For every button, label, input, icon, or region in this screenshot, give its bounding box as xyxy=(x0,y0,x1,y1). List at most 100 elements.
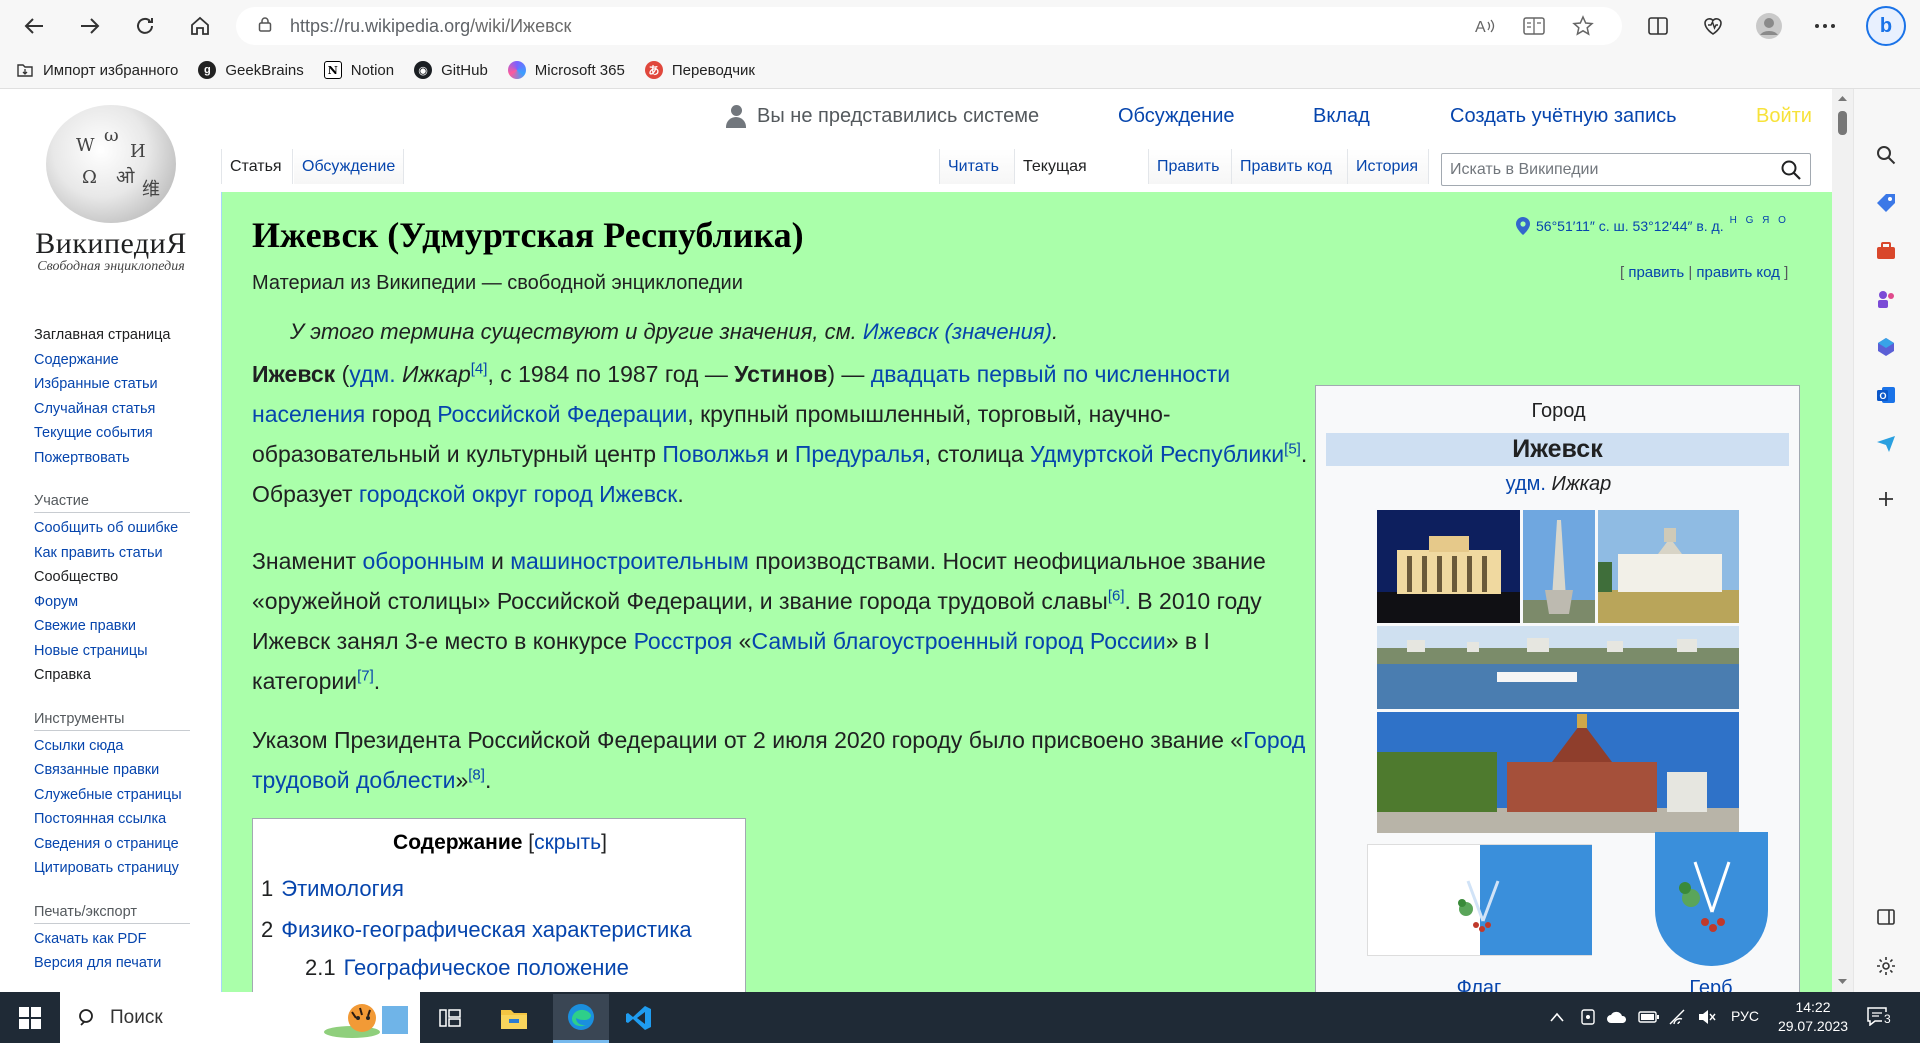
edit-link[interactable]: править xyxy=(1628,264,1684,281)
ref-4[interactable]: [4] xyxy=(471,360,488,377)
ref-5[interactable]: [5] xyxy=(1284,440,1301,457)
nav-contents[interactable]: Содержание xyxy=(34,348,194,373)
search-icon[interactable] xyxy=(1780,159,1802,181)
link-city-district[interactable]: городской округ город Ижевск xyxy=(359,481,678,507)
nav-permanent-link[interactable]: Постоянная ссылка xyxy=(34,807,194,832)
games-icon[interactable] xyxy=(1872,285,1900,313)
nav-page-info[interactable]: Сведения о странице xyxy=(34,832,194,857)
back-button[interactable] xyxy=(16,8,52,44)
link-best-city-contest[interactable]: Самый благоустроенный город России xyxy=(751,628,1165,654)
flag-caption[interactable]: Флаг xyxy=(1434,977,1524,992)
personal-talk-link[interactable]: Обсуждение xyxy=(1118,103,1235,129)
nav-printable[interactable]: Версия для печати xyxy=(34,951,194,976)
favorite-star-icon[interactable] xyxy=(1572,15,1594,43)
photo-monument[interactable] xyxy=(1523,510,1595,623)
browser-essentials-icon[interactable] xyxy=(1697,10,1729,42)
refresh-button[interactable] xyxy=(127,8,163,44)
nav-help[interactable]: Справка xyxy=(34,663,194,688)
tab-current-version[interactable]: Текущая версия xyxy=(1015,149,1149,210)
link-udmurt-lang[interactable]: удм. xyxy=(349,361,395,387)
nav-recent-changes[interactable]: Свежие правки xyxy=(34,614,194,639)
photo-arsenal[interactable] xyxy=(1598,510,1739,623)
ref-8[interactable]: [8] xyxy=(468,766,485,783)
hide-sidebar-icon[interactable] xyxy=(1872,903,1900,931)
nav-report-error[interactable]: Сообщить об ошибке xyxy=(34,516,194,541)
tab-article[interactable]: Статья xyxy=(221,149,293,184)
coordinates-map-links[interactable]: H G Я O xyxy=(1730,215,1789,226)
read-aloud-icon[interactable]: A xyxy=(1474,15,1496,43)
create-account-link[interactable]: Создать учётную запись xyxy=(1450,103,1677,129)
toc-item[interactable]: 2 Физико-географическая характеристика xyxy=(261,917,692,943)
home-button[interactable] xyxy=(182,8,218,44)
wifi-icon[interactable] xyxy=(1668,1008,1688,1026)
taskbar-search[interactable]: Поиск xyxy=(60,992,420,1043)
tab-edit[interactable]: Править xyxy=(1149,149,1232,184)
link-volga-region[interactable]: Поволжья xyxy=(662,441,769,467)
microsoft-365-icon[interactable] xyxy=(1872,333,1900,361)
add-sidebar-app-icon[interactable] xyxy=(1872,485,1900,513)
edit-code-link[interactable]: править код xyxy=(1696,264,1780,281)
page-scrollbar[interactable] xyxy=(1832,89,1853,992)
bookmark-import[interactable]: Импорт избранного xyxy=(16,61,178,79)
toc-item[interactable]: 1 Этимология xyxy=(261,876,404,902)
nav-current-events[interactable]: Текущие события xyxy=(34,421,194,446)
nav-what-links-here[interactable]: Ссылки сюда xyxy=(34,734,194,759)
tab-edit-source[interactable]: Править код xyxy=(1232,149,1348,184)
bing-copilot-button[interactable]: b xyxy=(1866,6,1906,46)
taskbar-edge[interactable] xyxy=(553,994,609,1043)
more-menu-icon[interactable] xyxy=(1809,10,1841,42)
url-text[interactable]: https://ru.wikipedia.org/wiki/Ижевск xyxy=(290,16,571,37)
bookmark-geekbrains[interactable]: g GeekBrains xyxy=(198,61,304,79)
nav-main-page[interactable]: Заглавная страница xyxy=(34,323,194,348)
tab-history[interactable]: История xyxy=(1348,149,1429,184)
tab-talk[interactable]: Обсуждение xyxy=(294,149,404,184)
taskbar-explorer[interactable] xyxy=(492,998,536,1038)
input-language[interactable]: РУС xyxy=(1731,1008,1759,1024)
volume-muted-icon[interactable] xyxy=(1697,1009,1717,1025)
shopping-tag-icon[interactable] xyxy=(1872,189,1900,217)
tools-briefcase-icon[interactable] xyxy=(1872,237,1900,265)
nav-featured[interactable]: Избранные статьи xyxy=(34,372,194,397)
tab-read[interactable]: Читать xyxy=(939,149,1015,184)
scroll-up-icon[interactable] xyxy=(1837,95,1848,102)
nav-new-pages[interactable]: Новые страницы xyxy=(34,639,194,664)
photo-theatre[interactable] xyxy=(1377,510,1520,623)
link-machine-building[interactable]: машиностроительным xyxy=(510,548,749,574)
link-udmurt-republic[interactable]: Удмуртской Республики xyxy=(1030,441,1284,467)
toc-item[interactable]: 2.1 Географическое положение xyxy=(305,955,629,981)
wikipedia-logo[interactable]: W ω И Ω ओ 维 ВикипедиЯ Свободная энциклоп… xyxy=(30,105,192,275)
battery-icon[interactable] xyxy=(1638,1010,1660,1024)
scroll-thumb[interactable] xyxy=(1838,111,1847,135)
photo-cathedral[interactable] xyxy=(1377,712,1739,833)
photo-pond-panorama[interactable] xyxy=(1377,626,1739,709)
coordinates[interactable]: 56°51′11″ с. ш. 53°12′44″ в. д. H G Я O xyxy=(1516,215,1789,235)
nav-cite-page[interactable]: Цитировать страницу xyxy=(34,856,194,881)
taskbar-vscode[interactable] xyxy=(617,998,661,1038)
task-view-button[interactable] xyxy=(430,1002,470,1034)
tray-overflow-chevron-icon[interactable] xyxy=(1549,1011,1565,1023)
toc-hide-link[interactable]: скрыть xyxy=(534,831,601,854)
search-icon[interactable] xyxy=(1872,141,1900,169)
start-button[interactable] xyxy=(0,992,60,1043)
forward-button[interactable] xyxy=(72,8,108,44)
infobox-udmurt-link[interactable]: удм. xyxy=(1506,473,1546,495)
clock[interactable]: 14:22 29.07.2023 xyxy=(1776,998,1850,1036)
nav-donate[interactable]: Пожертвовать xyxy=(34,446,194,471)
nav-download-pdf[interactable]: Скачать как PDF xyxy=(34,927,194,952)
split-screen-icon[interactable] xyxy=(1642,10,1674,42)
ref-7[interactable]: [7] xyxy=(357,667,374,684)
wiki-search-input[interactable] xyxy=(1450,154,1770,185)
bookmark-translator[interactable]: あ Переводчик xyxy=(644,61,755,79)
nav-special-pages[interactable]: Служебные страницы xyxy=(34,783,194,808)
bookmark-microsoft-365[interactable]: Microsoft 365 xyxy=(507,61,625,79)
bookmark-github[interactable]: ◉ GitHub xyxy=(414,61,488,79)
link-rosstroy[interactable]: Росстроя xyxy=(634,628,733,654)
coat-of-arms-caption[interactable]: Герб xyxy=(1666,977,1756,992)
outlook-icon[interactable]: O xyxy=(1872,381,1900,409)
settings-gear-icon[interactable] xyxy=(1872,952,1900,980)
immersive-reader-icon[interactable] xyxy=(1522,15,1546,43)
link-defense[interactable]: оборонным xyxy=(362,548,484,574)
ref-6[interactable]: [6] xyxy=(1108,587,1125,604)
nav-related-changes[interactable]: Связанные правки xyxy=(34,758,194,783)
nav-forum[interactable]: Форум xyxy=(34,590,194,615)
